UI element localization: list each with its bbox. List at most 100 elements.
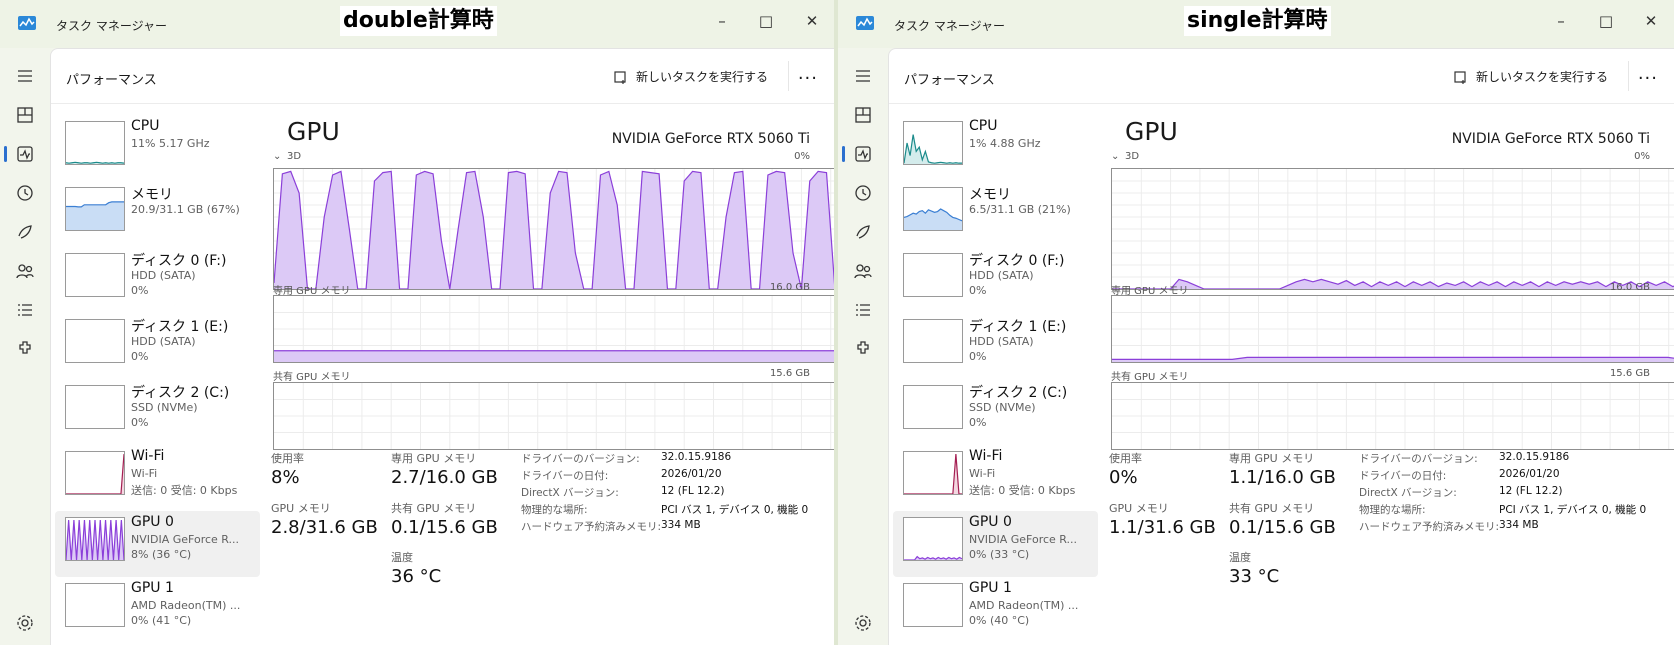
resource-detail: HDD (SATA) [131,335,196,348]
resource-item-disk-1[interactable]: ディスク 1 (E:) HDD (SATA) 0% [893,313,1098,379]
settings-gear-icon[interactable] [853,613,873,633]
hamburger-menu-icon[interactable] [15,66,35,86]
more-options-button[interactable]: ... [798,63,818,84]
active-nav-indicator [4,146,7,162]
resource-item-disk-1[interactable]: ディスク 1 (E:) HDD (SATA) 0% [55,313,260,379]
processes-icon[interactable] [853,105,873,125]
minimize-button[interactable]: – [1546,10,1576,32]
resource-item-gpu-0[interactable]: GPU 0 NVIDIA GeForce R... 8% (36 °C) [55,511,260,577]
resource-item-cpu[interactable]: CPU 1% 4.88 GHz [893,115,1098,181]
resource-detail-2: 0% [969,416,987,429]
page-header: パフォーマンス 新しいタスクを実行する ... [51,49,834,104]
resource-detail: NVIDIA GeForce R... [969,533,1078,546]
usage-label: 使用率 [271,452,304,465]
thumbnail-svg [66,201,124,230]
app-history-icon[interactable] [15,183,35,203]
details-icon[interactable] [853,300,873,320]
info-value: 2026/01/20 [661,468,722,480]
resource-name: メモリ [969,187,1011,203]
resource-item-gpu-1[interactable]: GPU 1 AMD Radeon(TM) ... 0% (40 °C) [893,577,1098,643]
main-panel: パフォーマンス 新しいタスクを実行する ... CPU 1% 4.88 GHz メモ… [888,48,1674,645]
details-icon[interactable] [15,300,35,320]
users-icon[interactable] [853,261,873,281]
close-button[interactable]: ✕ [1636,10,1666,32]
info-value: 334 MB [661,519,701,531]
resource-detail-2: 送信: 0 受信: 0 Kbps [131,484,238,497]
resource-item-gpu-0[interactable]: GPU 0 NVIDIA GeForce R... 0% (33 °C) [893,511,1098,577]
info-key: 物理的な場所: [521,504,588,516]
gpu-memory-label: GPU メモリ [1109,502,1169,515]
info-key: ドライバーのバージョン: [1359,453,1478,465]
resource-thumbnail-graph [65,583,125,627]
task-manager-app-icon [18,16,36,30]
performance-icon[interactable] [853,144,873,164]
resource-name: CPU [969,118,998,134]
resource-item-disk-0[interactable]: ディスク 0 (F:) HDD (SATA) 0% [55,247,260,313]
shared-stat-value: 0.1/15.6 GB [1229,517,1336,538]
performance-icon[interactable] [15,144,35,164]
resource-item-cpu[interactable]: CPU 11% 5.17 GHz [55,115,260,181]
users-icon[interactable] [15,261,35,281]
resource-thumbnail-graph [903,583,963,627]
resource-item-disk-2[interactable]: ディスク 2 (C:) SSD (NVMe) 0% [893,379,1098,445]
maximize-button[interactable]: □ [751,10,781,32]
resource-detail: 11% 5.17 GHz [131,137,210,150]
thumbnail-svg [66,454,124,494]
startup-apps-icon[interactable] [15,222,35,242]
resource-detail: NVIDIA GeForce R... [131,533,240,546]
gpu-3d-graph [1111,168,1674,290]
resource-detail: 6.5/31.1 GB (21%) [969,203,1071,216]
resource-item-memory[interactable]: メモリ 6.5/31.1 GB (21%) [893,181,1098,247]
resource-thumbnail-graph [903,517,963,561]
more-options-button[interactable]: ... [1638,63,1658,84]
resource-item-wifi[interactable]: Wi-Fi Wi-Fi 送信: 0 受信: 0 Kbps [893,445,1098,511]
processes-icon[interactable] [15,105,35,125]
resource-detail-2: 0% (33 °C) [969,548,1030,561]
resource-item-memory[interactable]: メモリ 20.9/31.1 GB (67%) [55,181,260,247]
dedicated-memory-series-fill [274,350,834,362]
settings-gear-icon[interactable] [15,613,35,633]
new-task-icon [614,70,626,84]
info-key: 物理的な場所: [1359,504,1426,516]
close-button[interactable]: ✕ [797,10,827,32]
resource-detail: Wi-Fi [969,467,996,480]
resource-name: Wi-Fi [131,448,165,464]
thumbnail-svg [66,584,124,626]
minimize-button[interactable]: – [707,10,737,32]
dedicated-memory-svg [1112,296,1674,362]
resource-detail-2: 0% [131,350,149,363]
shared-stat-value: 0.1/15.6 GB [391,517,498,538]
thumbnail-svg [904,584,962,626]
app-history-icon[interactable] [853,183,873,203]
dedicated-stat-value: 2.7/16.0 GB [391,467,498,488]
info-key: ハードウェア予約済みメモリ: [521,521,662,533]
resource-item-disk-2[interactable]: ディスク 2 (C:) SSD (NVMe) 0% [55,379,260,445]
startup-apps-icon[interactable] [853,222,873,242]
resource-detail: AMD Radeon(TM) ... [131,599,241,612]
resource-detail: HDD (SATA) [969,269,1034,282]
services-icon[interactable] [15,339,35,359]
resource-item-wifi[interactable]: Wi-Fi Wi-Fi 送信: 0 受信: 0 Kbps [55,445,260,511]
resource-name: ディスク 1 (E:) [969,319,1067,335]
hamburger-menu-icon[interactable] [853,66,873,86]
overlay-label: double計算時 [340,6,497,36]
resource-item-gpu-1[interactable]: GPU 1 AMD Radeon(TM) ... 0% (41 °C) [55,577,260,643]
services-icon[interactable] [853,339,873,359]
shared-stat-label: 共有 GPU メモリ [391,502,477,515]
temperature-label: 温度 [391,551,413,564]
run-new-task-button[interactable]: 新しいタスクを実行する [614,68,768,85]
run-new-task-label: 新しいタスクを実行する [635,70,768,84]
resource-list: CPU 1% 4.88 GHz メモリ 6.5/31.1 GB (21%) ディスク 0… [893,115,1098,643]
engine-collapse-icon[interactable]: ⌄ [273,151,281,162]
engine-collapse-icon[interactable]: ⌄ [1111,151,1119,162]
shared-memory-max: 15.6 GB [769,368,810,379]
resource-name: ディスク 1 (E:) [131,319,229,335]
detail-title: GPU [287,117,340,146]
resource-item-disk-0[interactable]: ディスク 0 (F:) HDD (SATA) 0% [893,247,1098,313]
run-new-task-button[interactable]: 新しいタスクを実行する [1454,68,1608,85]
resource-detail: HDD (SATA) [131,269,196,282]
resource-detail: SSD (NVMe) [969,401,1036,414]
gpu-model-name: NVIDIA GeForce RTX 5060 Ti [1451,131,1650,147]
maximize-button[interactable]: □ [1591,10,1621,32]
main-panel: パフォーマンス 新しいタスクを実行する ... CPU 11% 5.17 GHz メ… [50,48,834,645]
